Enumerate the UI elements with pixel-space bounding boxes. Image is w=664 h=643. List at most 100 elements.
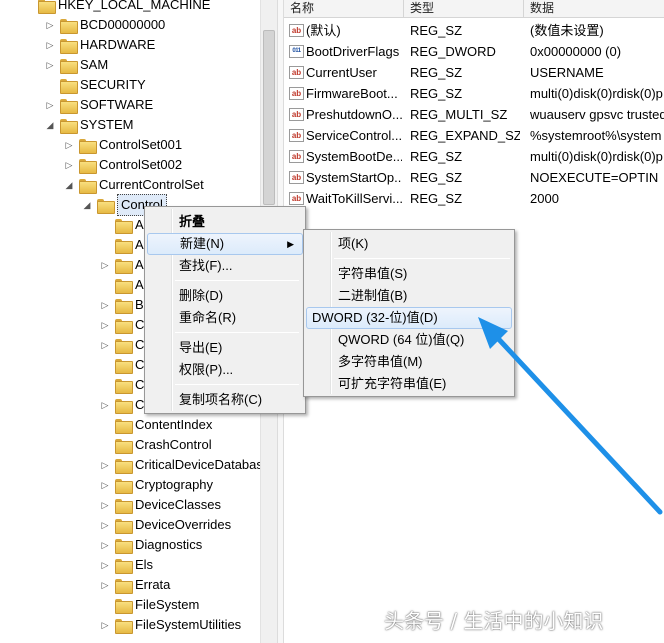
expand-arrow-icon[interactable] bbox=[99, 379, 111, 391]
expand-arrow-icon[interactable]: ▷ bbox=[99, 399, 111, 411]
menu-item-rename[interactable]: 重命名(R) bbox=[147, 307, 303, 329]
collapse-arrow-icon[interactable]: ◢ bbox=[63, 179, 75, 191]
value-row[interactable]: ab PreshutdownO... REG_MULTI_SZ wuauserv… bbox=[284, 104, 664, 125]
value-row[interactable]: ab ServiceControl... REG_EXPAND_SZ %syst… bbox=[284, 125, 664, 146]
collapse-arrow-icon[interactable]: ◢ bbox=[44, 119, 56, 131]
expand-arrow-icon[interactable]: ▷ bbox=[99, 259, 111, 271]
tree-node-child[interactable]: ▷ B bbox=[99, 295, 144, 315]
tree-node-system[interactable]: ◢ SYSTEM bbox=[44, 115, 133, 135]
expand-arrow-icon[interactable]: ▷ bbox=[99, 519, 111, 531]
menu-item-collapse[interactable]: 折叠 bbox=[147, 211, 303, 233]
menu-item-export[interactable]: 导出(E) bbox=[147, 337, 303, 359]
value-row[interactable]: ab FirmwareBoot... REG_SZ multi(0)disk(0… bbox=[284, 83, 664, 104]
tree-node-crashcontrol[interactable]: CrashControl bbox=[99, 435, 212, 455]
value-data: %systemroot%\system bbox=[530, 128, 662, 143]
scrollbar-thumb[interactable] bbox=[263, 30, 275, 205]
expand-arrow-icon[interactable]: ▷ bbox=[99, 479, 111, 491]
tree-node-label: SECURITY bbox=[80, 77, 146, 92]
tree-node-child[interactable]: A bbox=[99, 235, 144, 255]
expand-arrow-icon[interactable]: ▷ bbox=[99, 499, 111, 511]
tree-node-child[interactable]: C bbox=[99, 355, 144, 375]
menu-item-new[interactable]: 新建(N) ▶ bbox=[147, 233, 303, 255]
expand-arrow-icon[interactable]: ▷ bbox=[99, 459, 111, 471]
tree-node-filesystem[interactable]: FileSystem bbox=[99, 595, 199, 615]
tree-node-els[interactable]: ▷ Els bbox=[99, 555, 153, 575]
tree-node-contentindex[interactable]: ContentIndex bbox=[99, 415, 212, 435]
expand-arrow-icon[interactable] bbox=[44, 79, 56, 91]
expand-arrow-icon[interactable] bbox=[99, 599, 111, 611]
menu-item-delete[interactable]: 删除(D) bbox=[147, 285, 303, 307]
submenu-item-dword-value[interactable]: DWORD (32-位)值(D) bbox=[306, 307, 512, 329]
submenu-item-key[interactable]: 项(K) bbox=[306, 233, 512, 255]
expand-arrow-icon[interactable] bbox=[99, 219, 111, 231]
submenu-item-binary-value[interactable]: 二进制值(B) bbox=[306, 285, 512, 307]
expand-arrow-icon[interactable]: ▷ bbox=[63, 139, 75, 151]
menu-item-copy-key-name[interactable]: 复制项名称(C) bbox=[147, 389, 303, 411]
tree-node-deviceoverrides[interactable]: ▷ DeviceOverrides bbox=[99, 515, 231, 535]
tree-node-child[interactable]: ▷ C bbox=[99, 315, 144, 335]
tree-node-deviceclasses[interactable]: ▷ DeviceClasses bbox=[99, 495, 221, 515]
expand-arrow-icon[interactable]: ▷ bbox=[99, 319, 111, 331]
value-row[interactable]: ab (默认) REG_SZ (数值未设置) bbox=[284, 20, 664, 41]
submenu-item-multi-string-value[interactable]: 多字符串值(M) bbox=[306, 351, 512, 373]
folder-icon bbox=[115, 478, 133, 494]
expand-arrow-icon[interactable]: ▷ bbox=[99, 539, 111, 551]
value-data: 0x00000000 (0) bbox=[530, 44, 622, 59]
tree-node-diagnostics[interactable]: ▷ Diagnostics bbox=[99, 535, 202, 555]
tree-node-filesystemutilities[interactable]: ▷ FileSystemUtilities bbox=[99, 615, 241, 635]
expand-arrow-icon[interactable]: ▷ bbox=[99, 579, 111, 591]
value-row[interactable]: ab SystemStartOp... REG_SZ NOEXECUTE=OPT… bbox=[284, 167, 664, 188]
tree-node-hardware[interactable]: ▷ HARDWARE bbox=[44, 35, 155, 55]
tree-node-child[interactable]: C bbox=[99, 375, 144, 395]
expand-arrow-icon[interactable]: ▷ bbox=[63, 159, 75, 171]
folder-icon bbox=[79, 138, 97, 154]
value-row[interactable]: ab CurrentUser REG_SZ USERNAME bbox=[284, 62, 664, 83]
expand-arrow-icon[interactable] bbox=[99, 439, 111, 451]
expand-arrow-icon[interactable]: ▷ bbox=[44, 19, 56, 31]
expand-arrow-icon[interactable] bbox=[99, 359, 111, 371]
menu-separator bbox=[175, 280, 299, 281]
menu-item-find[interactable]: 查找(F)... bbox=[147, 255, 303, 277]
value-row[interactable]: ab SystemBootDe... REG_SZ multi(0)disk(0… bbox=[284, 146, 664, 167]
value-row[interactable]: 011110 BootDriverFlags REG_DWORD 0x00000… bbox=[284, 41, 664, 62]
expand-arrow-icon[interactable] bbox=[99, 419, 111, 431]
column-header-name[interactable]: 名称 bbox=[284, 0, 404, 18]
expand-arrow-icon[interactable]: ▷ bbox=[99, 299, 111, 311]
column-header-type[interactable]: 类型 bbox=[404, 0, 524, 18]
tree-node-child[interactable]: A bbox=[99, 275, 144, 295]
tree-node-security[interactable]: SECURITY bbox=[44, 75, 146, 95]
expand-arrow-icon[interactable]: ▷ bbox=[99, 339, 111, 351]
expand-arrow-icon[interactable]: ▷ bbox=[99, 619, 111, 631]
tree-node-controlset001[interactable]: ▷ ControlSet001 bbox=[63, 135, 182, 155]
submenu-item-qword-value[interactable]: QWORD (64 位)值(Q) bbox=[306, 329, 512, 351]
expand-arrow-icon[interactable] bbox=[99, 279, 111, 291]
expand-arrow-icon[interactable]: ▷ bbox=[44, 99, 56, 111]
collapse-arrow-icon[interactable]: ◢ bbox=[81, 199, 93, 211]
expand-arrow-icon[interactable]: ▷ bbox=[99, 559, 111, 571]
submenu-item-expandable-string-value[interactable]: 可扩充字符串值(E) bbox=[306, 373, 512, 395]
tree-node-currentcontrolset[interactable]: ◢ CurrentControlSet bbox=[63, 175, 204, 195]
tree-node-criticaldevicedatabase[interactable]: ▷ CriticalDeviceDatabas bbox=[99, 455, 260, 475]
tree-node-cryptography[interactable]: ▷ Cryptography bbox=[99, 475, 213, 495]
tree-node-bcd[interactable]: ▷ BCD00000000 bbox=[44, 15, 165, 35]
tree-node-child[interactable]: A bbox=[99, 215, 144, 235]
tree-node-controlset002[interactable]: ▷ ControlSet002 bbox=[63, 155, 182, 175]
tree-node-hklm[interactable]: HKEY_LOCAL_MACHINE bbox=[38, 0, 210, 15]
tree-node-sam[interactable]: ▷ SAM bbox=[44, 55, 108, 75]
expand-arrow-icon[interactable] bbox=[99, 239, 111, 251]
tree-node-child[interactable]: ▷ A bbox=[99, 255, 144, 275]
expand-arrow-icon[interactable]: ▷ bbox=[44, 39, 56, 51]
menu-item-permissions[interactable]: 权限(P)... bbox=[147, 359, 303, 381]
folder-icon bbox=[115, 218, 133, 234]
value-row[interactable]: ab WaitToKillServi... REG_SZ 2000 bbox=[284, 188, 664, 209]
tree-node-software[interactable]: ▷ SOFTWARE bbox=[44, 95, 153, 115]
tree-node-child[interactable]: ▷ C bbox=[99, 335, 144, 355]
tree-node-child[interactable]: ▷ C bbox=[99, 395, 144, 415]
tree-node-label: FileSystemUtilities bbox=[135, 617, 242, 632]
folder-icon bbox=[115, 578, 133, 594]
expand-arrow-icon[interactable]: ▷ bbox=[44, 59, 56, 71]
submenu-item-string-value[interactable]: 字符串值(S) bbox=[306, 263, 512, 285]
column-header-data[interactable]: 数据 bbox=[524, 0, 664, 18]
tree-node-label: A bbox=[135, 277, 144, 292]
tree-node-errata[interactable]: ▷ Errata bbox=[99, 575, 170, 595]
